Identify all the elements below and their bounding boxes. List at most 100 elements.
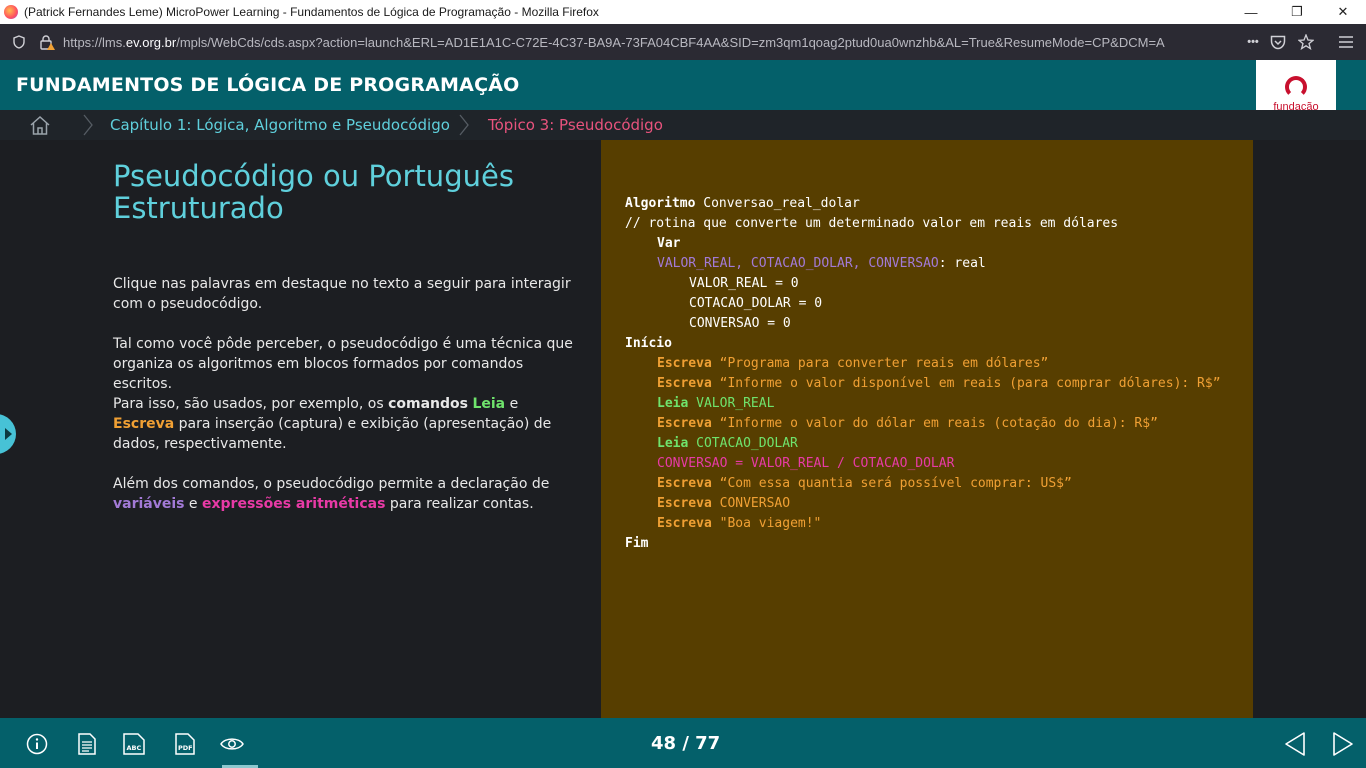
code-line: Algoritmo Conversao_real_dolar xyxy=(625,194,1221,214)
minimize-icon[interactable]: — xyxy=(1228,0,1274,24)
escreva-keyword: Escreva xyxy=(657,476,712,491)
text: para inserção (captura) e exibição (apre… xyxy=(113,416,552,452)
variables-keyword-link[interactable]: variáveis xyxy=(113,496,184,512)
page-counter: 48 / 77 xyxy=(651,733,721,754)
url-prefix: https://lms. xyxy=(63,34,126,50)
pdf-icon[interactable]: PDF xyxy=(173,732,197,756)
breadcrumb-chevron-icon xyxy=(456,113,472,137)
play-arrow-icon xyxy=(5,428,12,440)
code-line: Escreva “Programa para converter reais e… xyxy=(625,354,1221,374)
string-literal: "Boa viagem!" xyxy=(711,516,822,531)
string-literal: “Informe o valor disponível em reais (pa… xyxy=(711,376,1221,391)
text: Para isso, são usados, por exemplo, os xyxy=(113,396,389,412)
leia-keyword: Leia xyxy=(657,436,689,451)
string-literal: “Informe o valor do dólar em reais (cota… xyxy=(711,416,1158,431)
expressions-keyword-link[interactable]: expressões aritméticas xyxy=(202,496,385,512)
content-panel: Pseudocódigo ou Português Estruturado Cl… xyxy=(0,140,601,718)
next-icon[interactable] xyxy=(1330,731,1356,757)
page-actions-icon[interactable]: ••• xyxy=(1242,32,1264,52)
variable-ref: VALOR_REAL xyxy=(688,396,775,411)
intro-paragraph: Tal como você pôde perceber, o pseudocód… xyxy=(113,336,573,392)
player-footer: ABC PDF 48 / 77 xyxy=(0,718,1366,768)
code-line: CONVERSAO = 0 xyxy=(689,316,791,331)
code-line: Escreva “Informe o valor disponível em r… xyxy=(625,374,1221,394)
text: para realizar contas. xyxy=(385,496,534,512)
bradesco-logo-icon xyxy=(1285,75,1307,98)
home-icon[interactable] xyxy=(28,114,52,136)
url-bar: https://lms.ev.org.br/mpls/WebCds/cds.as… xyxy=(0,24,1366,60)
algorithm-name: Conversao_real_dolar xyxy=(695,196,860,211)
svg-text:ABC: ABC xyxy=(127,744,142,752)
inicio-keyword: Início xyxy=(625,336,672,351)
commands-term: comandos xyxy=(388,396,468,412)
info-icon[interactable] xyxy=(25,732,49,756)
menu-icon[interactable] xyxy=(1336,32,1356,52)
escreva-keyword: Escreva xyxy=(657,416,712,431)
code-line: Escreva CONVERSAO xyxy=(625,494,1221,514)
pseudocode-block: Algoritmo Conversao_real_dolar // rotina … xyxy=(625,194,1221,554)
firefox-logo-icon xyxy=(4,5,18,19)
url-path: /mpls/WebCds/cds.aspx?action=launch&ERL=… xyxy=(176,34,1165,50)
string-literal: “Programa para converter reais em dólare… xyxy=(711,356,1049,371)
escreva-keyword: Escreva xyxy=(657,376,712,391)
lock-warning-icon[interactable] xyxy=(37,32,57,52)
arithmetic-expression: CONVERSAO = VALOR_REAL / COTACAO_DOLAR xyxy=(657,456,955,471)
text: e xyxy=(184,496,202,512)
code-line: Escreva “Informe o valor do dólar em rea… xyxy=(625,414,1221,434)
svg-text:PDF: PDF xyxy=(178,744,193,752)
breadcrumb-chapter[interactable]: Capítulo 1: Lógica, Algoritmo e Pseudocó… xyxy=(110,116,450,134)
code-line: Início xyxy=(625,334,1221,354)
code-line: Fim xyxy=(625,534,1221,554)
side-menu-toggle[interactable] xyxy=(0,414,16,454)
leia-keyword-link[interactable]: Leia xyxy=(472,396,505,412)
close-icon[interactable]: ✕ xyxy=(1320,0,1366,24)
breadcrumb-topic[interactable]: Tópico 3: Pseudocódigo xyxy=(488,116,663,134)
code-line: Leia VALOR_REAL xyxy=(625,394,1221,414)
url-domain: ev.org.br xyxy=(125,34,177,50)
glossary-abc-icon[interactable]: ABC xyxy=(122,732,146,756)
leia-keyword: Leia xyxy=(657,396,689,411)
url-field[interactable]: https://lms.ev.org.br/mpls/WebCds/cds.as… xyxy=(63,35,1234,50)
course-header: FUNDAMENTOS DE LÓGICA DE PROGRAMAÇÃO xyxy=(0,60,1366,110)
window-title: (Patrick Fernandes Leme) MicroPower Lear… xyxy=(24,5,599,19)
algoritmo-keyword: Algoritmo xyxy=(625,196,696,211)
eye-icon[interactable] xyxy=(220,732,244,756)
fim-keyword: Fim xyxy=(625,536,649,551)
string-literal: “Com essa quantia será possível comprar:… xyxy=(711,476,1072,491)
escreva-keyword-link[interactable]: Escreva xyxy=(113,416,174,432)
bookmark-star-icon[interactable] xyxy=(1296,32,1316,52)
code-line: Leia COTACAO_DOLAR xyxy=(625,434,1221,454)
escreva-keyword: Escreva xyxy=(657,516,712,531)
code-line: COTACAO_DOLAR = 0 xyxy=(689,296,823,311)
text: Além dos comandos, o pseudocódigo permit… xyxy=(113,476,550,492)
browser-title-bar: (Patrick Fernandes Leme) MicroPower Lear… xyxy=(0,0,1366,24)
instruction-paragraph: Clique nas palavras em destaque no texto… xyxy=(113,276,571,312)
breadcrumb-chevron-icon xyxy=(80,113,96,137)
variable-declarations: VALOR_REAL, COTACAO_DOLAR, CONVERSAO xyxy=(657,256,939,271)
page-title: Pseudocódigo ou Português Estruturado xyxy=(113,159,514,225)
course-title: FUNDAMENTOS DE LÓGICA DE PROGRAMAÇÃO xyxy=(16,74,520,96)
pocket-icon[interactable] xyxy=(1268,32,1288,52)
code-comment: // rotina que converte um determinado va… xyxy=(625,216,1119,231)
type-declaration: : real xyxy=(938,256,986,271)
variable-ref: COTACAO_DOLAR xyxy=(688,436,798,451)
var-keyword: Var xyxy=(657,236,681,251)
code-line: Var xyxy=(625,234,1221,254)
right-margin xyxy=(1253,140,1366,718)
commands-paragraph: Para isso, são usados, por exemplo, os c… xyxy=(113,394,583,454)
variable-ref: CONVERSAO xyxy=(711,496,791,511)
code-line: VALOR_REAL = 0 xyxy=(689,276,799,291)
document-icon[interactable] xyxy=(75,732,99,756)
text: e xyxy=(505,396,519,412)
escreva-keyword: Escreva xyxy=(657,496,712,511)
code-line: VALOR_REAL, COTACAO_DOLAR, CONVERSAO: re… xyxy=(625,254,1221,274)
shield-icon[interactable] xyxy=(9,32,29,52)
breadcrumb: Capítulo 1: Lógica, Algoritmo e Pseudocó… xyxy=(0,110,1366,140)
restore-icon[interactable]: ❐ xyxy=(1274,0,1320,24)
code-line: Escreva “Com essa quantia será possível … xyxy=(625,474,1221,494)
code-line: Escreva "Boa viagem!" xyxy=(625,514,1221,534)
previous-icon[interactable] xyxy=(1282,731,1308,757)
declarations-paragraph: Além dos comandos, o pseudocódigo permit… xyxy=(113,474,583,514)
escreva-keyword: Escreva xyxy=(657,356,712,371)
pseudocode-panel: Algoritmo Conversao_real_dolar // rotina … xyxy=(601,140,1253,718)
